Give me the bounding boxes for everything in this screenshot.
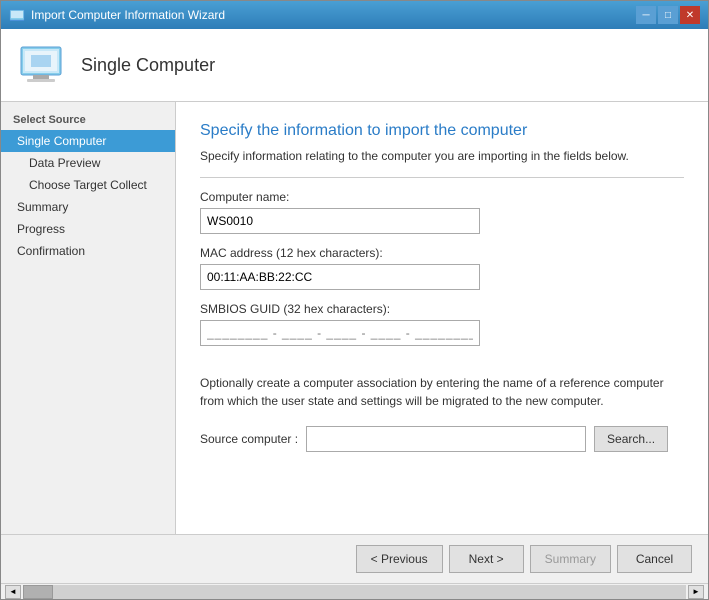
header-area: Single Computer xyxy=(1,29,708,102)
main-description: Specify information relating to the comp… xyxy=(200,148,684,165)
association-section: Optionally create a computer association… xyxy=(200,366,684,452)
footer: < Previous Next > Summary Cancel xyxy=(1,534,708,583)
minimize-button[interactable]: ─ xyxy=(636,6,656,24)
close-button[interactable]: ✕ xyxy=(680,6,700,24)
sidebar-item-summary[interactable]: Summary xyxy=(1,196,175,218)
divider xyxy=(200,177,684,178)
main-panel: Specify the information to import the co… xyxy=(176,102,708,534)
association-description: Optionally create a computer association… xyxy=(200,374,684,410)
maximize-button[interactable]: □ xyxy=(658,6,678,24)
mac-address-input[interactable] xyxy=(200,264,480,290)
header-title: Single Computer xyxy=(81,55,215,76)
sidebar-item-progress[interactable]: Progress xyxy=(1,218,175,240)
sidebar: Select Source Single Computer Data Previ… xyxy=(1,102,176,534)
sidebar-item-single-computer[interactable]: Single Computer xyxy=(1,130,175,152)
cancel-button[interactable]: Cancel xyxy=(617,545,692,573)
window-icon xyxy=(9,7,25,23)
smbios-label: SMBIOS GUID (32 hex characters): xyxy=(200,302,684,316)
scroll-track xyxy=(23,585,686,599)
main-title: Specify the information to import the co… xyxy=(200,122,684,140)
sidebar-item-choose-target[interactable]: Choose Target Collect xyxy=(1,174,175,196)
mac-address-label: MAC address (12 hex characters): xyxy=(200,246,684,260)
computer-icon xyxy=(17,41,65,89)
source-label: Source computer : xyxy=(200,432,298,446)
previous-button[interactable]: < Previous xyxy=(356,545,443,573)
smbios-group: SMBIOS GUID (32 hex characters): xyxy=(200,302,684,346)
title-bar: Import Computer Information Wizard ─ □ ✕ xyxy=(1,1,708,29)
scroll-right-arrow[interactable]: ► xyxy=(688,585,704,599)
smbios-input[interactable] xyxy=(200,320,480,346)
sidebar-item-confirmation[interactable]: Confirmation xyxy=(1,240,175,262)
source-row: Source computer : Search... xyxy=(200,426,684,452)
window-title: Import Computer Information Wizard xyxy=(31,8,225,22)
mac-address-group: MAC address (12 hex characters): xyxy=(200,246,684,290)
title-controls: ─ □ ✕ xyxy=(636,6,700,24)
sidebar-section-label: Select Source xyxy=(1,110,175,130)
content-area: Select Source Single Computer Data Previ… xyxy=(1,102,708,534)
sidebar-item-data-preview[interactable]: Data Preview xyxy=(1,152,175,174)
main-window: Import Computer Information Wizard ─ □ ✕… xyxy=(0,0,709,600)
scroll-thumb[interactable] xyxy=(23,585,53,599)
summary-button[interactable]: Summary xyxy=(530,545,611,573)
computer-name-label: Computer name: xyxy=(200,190,684,204)
title-bar-left: Import Computer Information Wizard xyxy=(9,7,225,23)
next-button[interactable]: Next > xyxy=(449,545,524,573)
computer-name-group: Computer name: xyxy=(200,190,684,234)
scroll-left-arrow[interactable]: ◄ xyxy=(5,585,21,599)
search-button[interactable]: Search... xyxy=(594,426,668,452)
source-computer-input[interactable] xyxy=(306,426,586,452)
scrollbar-area: ◄ ► xyxy=(1,583,708,599)
computer-name-input[interactable] xyxy=(200,208,480,234)
